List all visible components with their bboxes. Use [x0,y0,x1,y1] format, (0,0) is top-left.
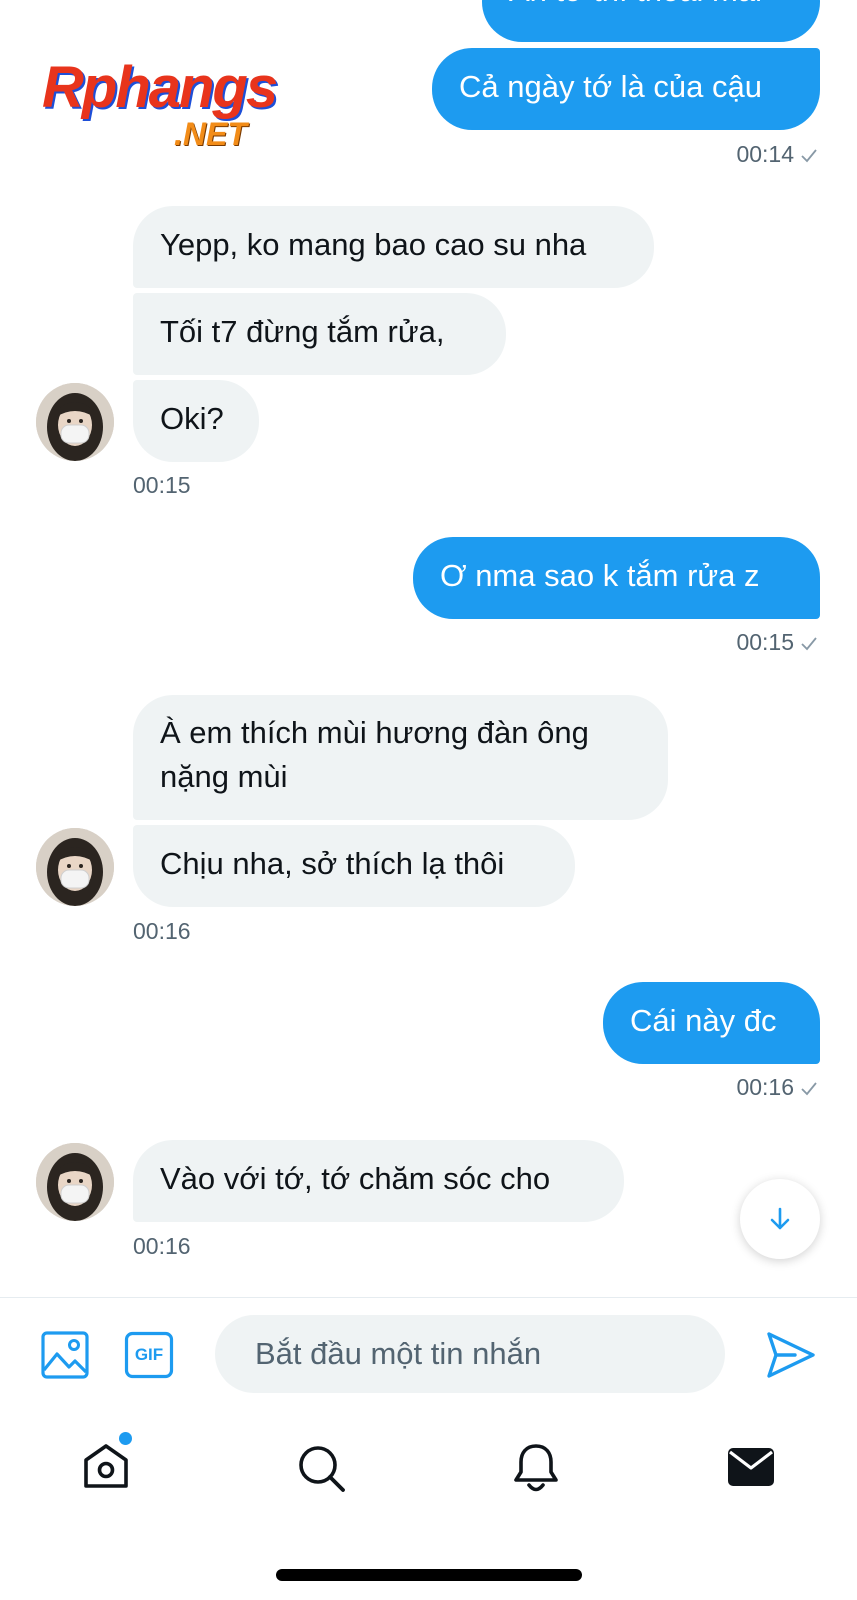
mail-icon[interactable] [726,1446,776,1493]
message-input-placeholder: Bắt đầu một tin nhắn [255,1336,542,1371]
message-timestamp: 00:16 [133,918,191,944]
message-incoming[interactable]: Chịu nha, sở thích lạ thôi [133,825,575,907]
message-text: Tối t7 đừng tắm rửa, [160,314,445,349]
watermark-subtext: .NET [174,116,247,152]
message-text: Yepp, ko mang bao cao su nha [160,227,587,262]
message-text: Cả ngày tớ là của cậu [459,69,762,104]
message-timestamp: 00:15 [133,472,191,498]
message-outgoing[interactable]: Ơ nma sao k tắm rửa z [413,537,820,619]
message-outgoing[interactable]: Cái này đc [603,982,820,1064]
search-icon[interactable] [297,1444,347,1499]
message-incoming[interactable]: Oki? [133,380,259,462]
bell-icon[interactable] [512,1442,560,1499]
message-incoming[interactable]: Yepp, ko mang bao cao su nha [133,206,654,288]
message-timestamp: 00:16 [640,1073,818,1103]
message-incoming[interactable]: Vào với tớ, tớ chăm sóc cho [133,1140,624,1222]
avatar[interactable] [36,383,114,461]
message-timestamp: 00:16 [133,1233,191,1259]
gif-label: GIF [134,1345,164,1364]
message-text: À em thích mùi hương đàn ông nặng mùi [160,715,589,794]
watermark-logo: Rphangs .NET [42,56,312,156]
message-timestamp: 00:15 [640,628,818,658]
send-icon[interactable] [765,1330,817,1385]
home-icon[interactable] [80,1440,132,1495]
sent-check-icon [800,630,818,658]
message-text: Oki? [160,401,224,436]
divider [0,1297,857,1298]
message-text: Vào với tớ, tớ chăm sóc cho [160,1161,551,1196]
arrow-down-icon [770,1207,790,1230]
image-icon[interactable] [40,1330,90,1385]
message-text: Ấn tớ thì thoải mái [509,0,762,8]
message-text: Cái này đc [630,1003,777,1038]
notification-dot [119,1432,132,1445]
message-incoming[interactable]: Tối t7 đừng tắm rửa, [133,293,506,375]
avatar[interactable] [36,828,114,906]
message-timestamp: 00:14 [640,140,818,170]
message-outgoing[interactable]: Cả ngày tớ là của cậu [432,48,820,130]
message-incoming[interactable]: À em thích mùi hương đàn ông nặng mùi [133,695,668,820]
message-text: Ơ nma sao k tắm rửa z [440,558,760,593]
conversation-area[interactable]: Ấn tớ thì thoải mái Cả ngày tớ là của cậ… [0,0,857,1298]
avatar[interactable] [36,1143,114,1221]
watermark-text: Rphangs [42,55,278,120]
gif-icon[interactable]: GIF [124,1331,174,1384]
sent-check-icon [800,142,818,170]
message-text: Chịu nha, sở thích lạ thôi [160,846,505,881]
sent-check-icon [800,1075,818,1103]
home-indicator [276,1569,582,1581]
message-outgoing[interactable]: Ấn tớ thì thoải mái [482,0,820,42]
message-input[interactable]: Bắt đầu một tin nhắn [215,1315,725,1393]
scroll-to-bottom-button[interactable] [740,1179,820,1259]
